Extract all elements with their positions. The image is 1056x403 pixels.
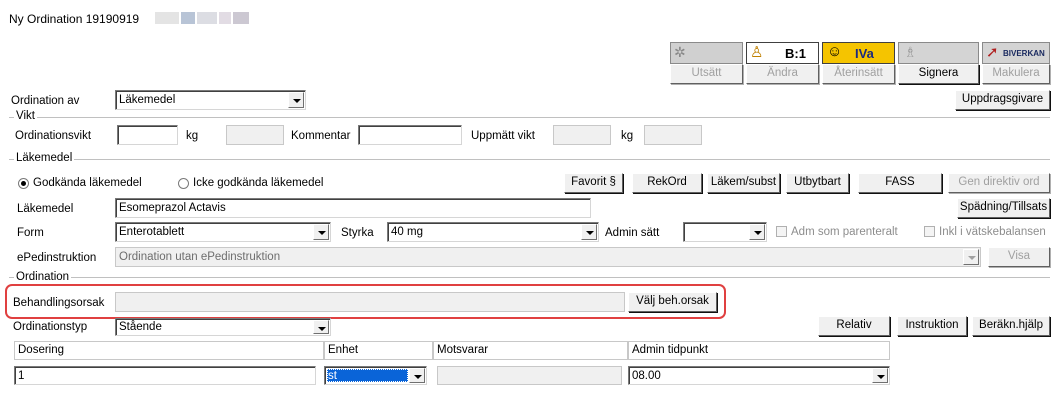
- chevron-down-icon[interactable]: [872, 368, 888, 383]
- uppdragsgivare-button[interactable]: Uppdragsgivare: [955, 90, 1050, 110]
- godkanda-radio[interactable]: [18, 178, 29, 189]
- icke-godkanda-radio-label: Icke godkända läkemedel: [193, 177, 324, 189]
- kommentar-input[interactable]: [358, 125, 462, 145]
- chevron-down-icon[interactable]: [963, 249, 979, 265]
- ordinationsvikt-label: Ordinationsvikt: [15, 130, 92, 142]
- column-header-enhet: Enhet: [324, 341, 433, 360]
- ordination-av-label: Ordination av: [11, 95, 80, 107]
- epedinstruktion-select[interactable]: Ordination utan ePedinstruktion: [115, 247, 981, 267]
- person-icon: ♙: [750, 44, 764, 61]
- snowflake-tile[interactable]: ✲: [670, 42, 743, 64]
- vikt-readonly-field: [226, 125, 284, 145]
- lakemedel-group: [9, 159, 1050, 160]
- lakemedel-input[interactable]: Esomeprazol Actavis: [115, 198, 591, 218]
- relativ-button[interactable]: Relativ: [818, 316, 890, 336]
- dosering-input[interactable]: 1: [14, 366, 316, 385]
- instruktion-button[interactable]: Instruktion: [897, 316, 967, 336]
- uppmatt-vikt-label: Uppmätt vikt: [471, 130, 535, 142]
- enhet-select[interactable]: st: [324, 366, 427, 385]
- utsatt-button[interactable]: Utsätt: [670, 64, 743, 84]
- inkl-vatskebalansen-label: Inkl i vätskebalansen: [939, 226, 1046, 238]
- badge-iva-tile[interactable]: ☺ IVa: [822, 42, 895, 64]
- redacted-id: [155, 11, 251, 24]
- ordinationstyp-label: Ordinationstyp: [13, 321, 88, 333]
- inkl-vatskebalansen-checkbox[interactable]: [924, 226, 935, 237]
- gen-direktiv-ord-button[interactable]: Gen direktiv ord: [948, 173, 1050, 193]
- chevron-down-icon[interactable]: [749, 224, 765, 240]
- ordinationsvikt-input[interactable]: [117, 125, 178, 145]
- berakn-hjalp-button[interactable]: Beräkn.hjälp: [972, 316, 1050, 336]
- lakemedel-group-title: Läkemedel: [14, 152, 75, 165]
- visa-button[interactable]: Visa: [988, 247, 1050, 267]
- adm-parenteralt-label: Adm som parenteralt: [791, 226, 898, 238]
- ordination-group-title: Ordination: [14, 271, 72, 284]
- chevron-down-icon[interactable]: [313, 224, 329, 240]
- badge-b-tile[interactable]: ♙ B:1: [746, 42, 819, 64]
- epedinstruktion-label: ePedinstruktion: [17, 252, 97, 264]
- lakemedel-label: Läkemedel: [17, 203, 74, 215]
- makulera-button[interactable]: Makulera: [982, 64, 1050, 84]
- kg-unit-label-2: kg: [621, 130, 634, 142]
- column-header-admin-tidpunkt: Admin tidpunkt: [628, 341, 890, 360]
- fass-button[interactable]: FASS: [858, 173, 942, 193]
- styrka-label: Styrka: [341, 227, 374, 239]
- adm-parenteralt-checkbox[interactable]: [776, 226, 787, 237]
- aterinsatt-button[interactable]: Återinsätt: [822, 64, 895, 84]
- warning-arrow-icon: ➚: [986, 44, 999, 61]
- ordination-av-select[interactable]: Läkemedel: [115, 90, 306, 110]
- lakem-subst-button[interactable]: Läkem/subst: [707, 173, 780, 193]
- form-label: Form: [17, 227, 44, 239]
- vikt-group: [9, 117, 1050, 118]
- form-select[interactable]: Enterotablett: [115, 222, 331, 242]
- face-icon: ☺: [827, 43, 843, 60]
- rekord-button[interactable]: RekOrd: [632, 173, 702, 193]
- motsvarar-field: [437, 366, 622, 385]
- uppmatt-vikt-extra-field: [644, 125, 702, 145]
- chevron-down-icon[interactable]: [288, 92, 304, 108]
- spadning-tillsats-button[interactable]: Spädning/Tillsats: [957, 198, 1050, 218]
- ordination-av-value: Läkemedel: [119, 94, 176, 106]
- utbytbart-button[interactable]: Utbytbart: [786, 173, 849, 193]
- admin-satt-select[interactable]: [683, 222, 767, 242]
- snowflake-icon: ✲: [674, 44, 686, 60]
- favorit-button[interactable]: Favorit §: [564, 173, 623, 193]
- icke-godkanda-radio[interactable]: [178, 178, 189, 189]
- window-title: Ny Ordination 19190919: [9, 12, 140, 26]
- signera-button[interactable]: Signera: [898, 64, 979, 84]
- ordination-group: [9, 277, 1050, 278]
- admin-tidpunkt-select[interactable]: 08.00: [628, 366, 890, 385]
- person-tile[interactable]: ♗: [898, 42, 979, 64]
- badge-iva-label: IVa: [855, 46, 874, 61]
- kg-unit-label: kg: [186, 130, 199, 142]
- column-header-motsvarar: Motsvarar: [433, 341, 628, 360]
- uppmatt-vikt-field: [553, 125, 611, 145]
- chevron-down-icon[interactable]: [409, 368, 425, 383]
- styrka-select[interactable]: 40 mg: [387, 222, 599, 242]
- badge-biverkan-label: BIVERKAN: [1003, 49, 1045, 58]
- column-header-dosering: Dosering: [14, 341, 324, 360]
- andra-button[interactable]: Ändra: [746, 64, 819, 84]
- badge-b-label: B:1: [785, 46, 806, 61]
- chevron-down-icon[interactable]: [313, 320, 329, 334]
- kommentar-label: Kommentar: [291, 130, 351, 142]
- ordinationstyp-select[interactable]: Stående: [115, 318, 331, 336]
- highlight-box: [5, 284, 726, 319]
- walking-person-icon: ♗: [904, 44, 917, 60]
- admin-satt-label: Admin sätt: [605, 227, 660, 239]
- godkanda-radio-label: Godkända läkemedel: [33, 177, 142, 189]
- biverkan-tile[interactable]: ➚ BIVERKAN: [982, 42, 1050, 64]
- vikt-group-title: Vikt: [14, 110, 37, 123]
- chevron-down-icon[interactable]: [581, 224, 597, 240]
